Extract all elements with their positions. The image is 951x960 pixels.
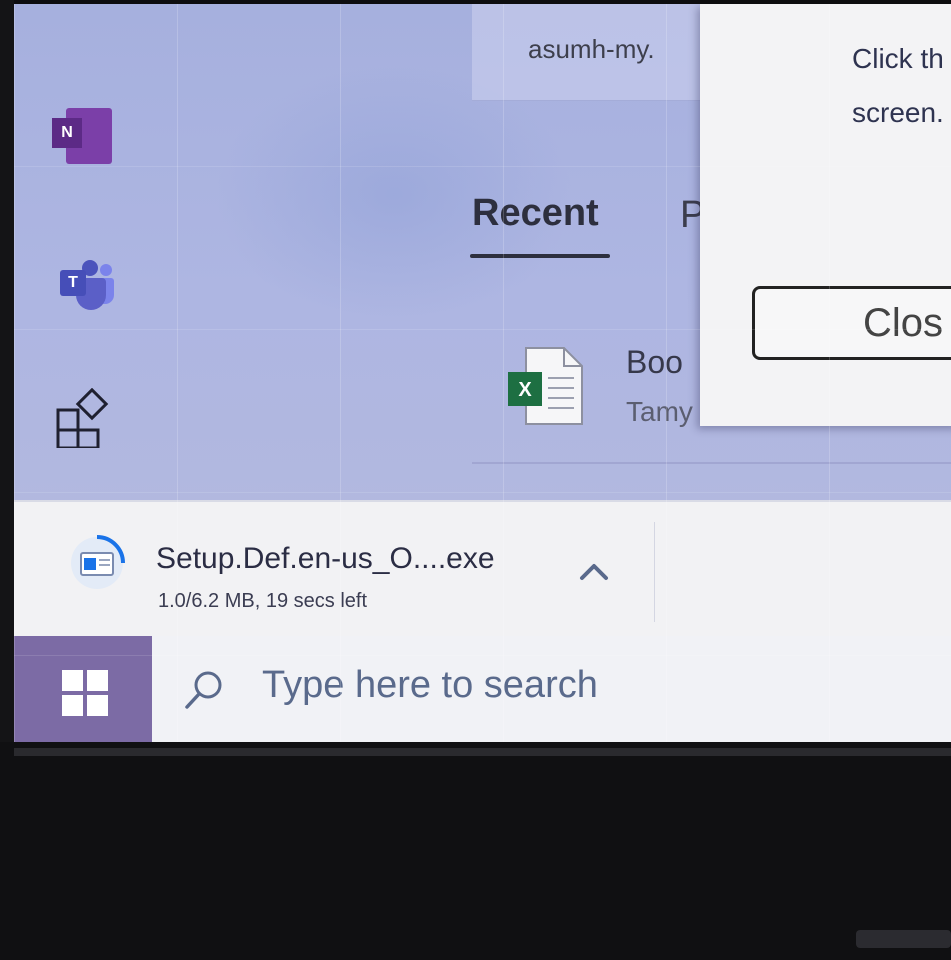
tab-recent-underline: [470, 254, 610, 258]
monitor-bezel-bottom: [0, 742, 951, 960]
address-bar[interactable]: asumh-my.: [472, 4, 722, 101]
dialog-message-line1: Click th: [852, 43, 944, 74]
excel-file-icon[interactable]: X: [504, 344, 584, 428]
taskbar: Type here to search: [14, 636, 951, 742]
dialog: Click th screen. Clos: [700, 4, 951, 426]
file-title[interactable]: Boo: [626, 344, 683, 381]
svg-text:X: X: [518, 379, 532, 401]
search-icon: [182, 668, 226, 712]
dialog-message-line2: screen.: [852, 97, 944, 128]
download-bar: Setup.Def.en-us_O....exe 1.0/6.2 MB, 19 …: [14, 500, 951, 638]
download-status: 1.0/6.2 MB, 19 secs left: [158, 590, 367, 612]
windows-logo-icon: [62, 670, 108, 716]
onenote-icon[interactable]: N: [52, 104, 116, 168]
divider: [654, 522, 655, 622]
teams-icon[interactable]: T: [52, 254, 116, 318]
search-input[interactable]: Type here to search: [262, 664, 598, 707]
installer-download-icon[interactable]: [66, 532, 128, 594]
screen: N T asumh-my. Recent P X Boo Tamy Click …: [14, 4, 951, 742]
apps-icon[interactable]: [52, 387, 116, 452]
chevron-up-icon[interactable]: [574, 556, 614, 586]
taskbar-search[interactable]: Type here to search: [152, 636, 951, 742]
start-button[interactable]: [14, 636, 152, 742]
close-button[interactable]: Clos: [752, 286, 951, 360]
address-text: asumh-my.: [528, 34, 655, 64]
download-filename[interactable]: Setup.Def.en-us_O....exe: [156, 542, 495, 576]
tab-recent[interactable]: Recent: [472, 192, 599, 235]
dialog-message: Click th screen.: [852, 32, 944, 140]
divider: [472, 462, 951, 464]
file-owner: Tamy: [626, 396, 693, 427]
